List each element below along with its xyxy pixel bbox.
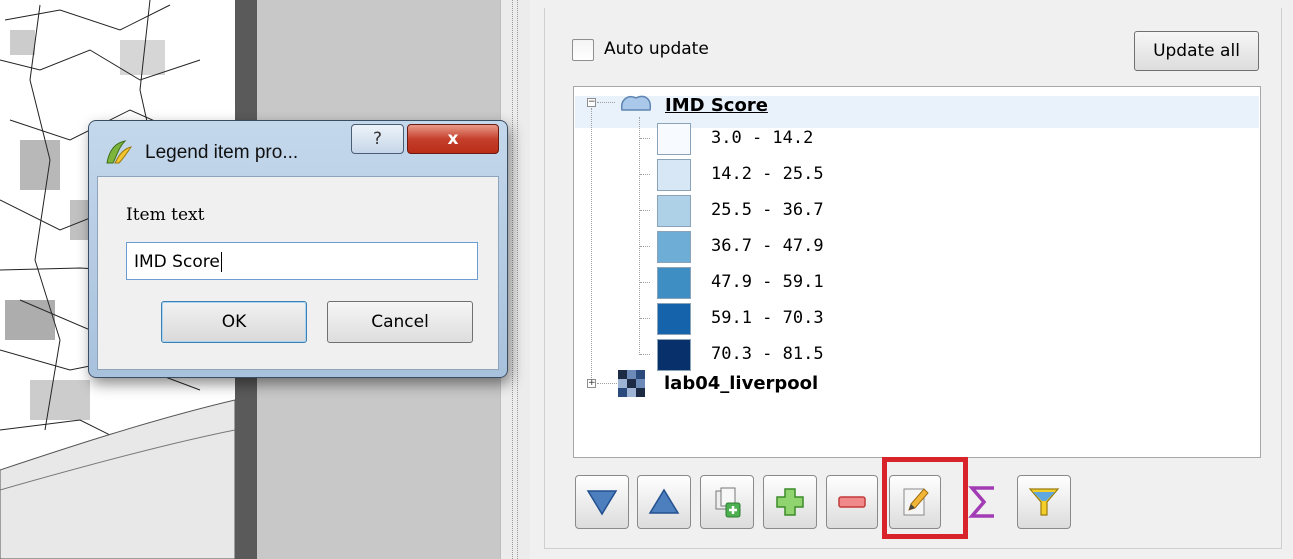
help-icon: ? xyxy=(372,129,383,149)
legend-swatch xyxy=(657,303,691,335)
legend-swatch xyxy=(657,231,691,263)
auto-update-label: Auto update xyxy=(604,39,709,59)
qgis-logo-icon xyxy=(103,137,133,167)
legend-swatch xyxy=(657,339,691,371)
legend-item-properties-dialog: Legend item pro... ? x Item text IMD Sco… xyxy=(88,120,508,378)
collapse-icon[interactable]: − xyxy=(587,98,596,107)
legend-class-label[interactable]: 14.2 - 25.5 xyxy=(711,164,824,184)
triangle-down-icon xyxy=(586,490,618,516)
update-all-button[interactable]: Update all xyxy=(1134,31,1259,71)
polygon-layer-icon xyxy=(618,92,654,114)
legend-items-panel: Auto update Update all − IMD Score 3.0 -… xyxy=(530,0,1293,559)
minus-icon xyxy=(838,496,866,508)
expand-icon[interactable]: + xyxy=(587,379,596,388)
move-up-button[interactable] xyxy=(637,475,691,529)
legend-class-label[interactable]: 25.5 - 36.7 xyxy=(711,200,824,220)
remove-item-button[interactable] xyxy=(826,475,878,529)
tree-connector xyxy=(640,318,650,319)
tree-connector xyxy=(597,383,617,384)
funnel-icon xyxy=(1028,488,1060,516)
legend-class-label[interactable]: 47.9 - 59.1 xyxy=(711,272,824,292)
tree-connector xyxy=(640,246,650,247)
add-group-button[interactable] xyxy=(700,475,754,529)
plus-icon xyxy=(776,488,804,516)
tree-connector xyxy=(640,282,650,283)
triangle-up-icon xyxy=(648,488,680,514)
legend-class-label[interactable]: 70.3 - 81.5 xyxy=(711,344,824,364)
legend-class-label[interactable]: 59.1 - 70.3 xyxy=(711,308,824,328)
tree-connector xyxy=(640,210,650,211)
highlight-box xyxy=(882,457,968,539)
raster-layer-icon xyxy=(618,370,646,398)
close-icon: x xyxy=(447,129,459,149)
tree-connector xyxy=(640,354,650,355)
dialog-body: Item text IMD Score OK Cancel xyxy=(97,176,499,370)
filter-button[interactable] xyxy=(1017,475,1071,529)
legend-swatch xyxy=(657,159,691,191)
item-text-label: Item text xyxy=(126,205,205,225)
legend-swatch xyxy=(657,195,691,227)
tree-connector xyxy=(597,102,615,103)
tree-connector xyxy=(640,174,650,175)
legend-tree[interactable]: − IMD Score 3.0 - 14.2 14.2 - 25.5 25.5 … xyxy=(573,86,1261,458)
splitter-grip[interactable] xyxy=(512,0,518,559)
item-text-field[interactable]: IMD Score xyxy=(126,242,478,280)
add-group-icon xyxy=(715,487,741,518)
layer-title-imd-score[interactable]: IMD Score xyxy=(665,95,768,116)
ok-button[interactable]: OK xyxy=(161,301,307,343)
sigma-icon xyxy=(968,486,994,518)
move-down-button[interactable] xyxy=(575,475,629,529)
legend-swatch xyxy=(657,267,691,299)
help-button[interactable]: ? xyxy=(351,124,404,154)
tree-connector xyxy=(640,138,650,139)
legend-swatch xyxy=(657,123,691,155)
auto-update-checkbox[interactable] xyxy=(572,39,594,61)
close-button[interactable]: x xyxy=(407,124,499,154)
text-caret xyxy=(220,252,222,272)
dialog-title: Legend item pro... xyxy=(145,142,299,163)
cancel-button[interactable]: Cancel xyxy=(327,301,473,343)
tree-connector xyxy=(639,117,640,355)
layer-title-lab04-liverpool[interactable]: lab04_liverpool xyxy=(664,373,818,394)
add-item-button[interactable] xyxy=(763,475,817,529)
tree-connector xyxy=(591,108,592,388)
legend-class-label[interactable]: 3.0 - 14.2 xyxy=(711,128,813,148)
item-text-value: IMD Score xyxy=(134,252,220,272)
legend-class-label[interactable]: 36.7 - 47.9 xyxy=(711,236,824,256)
